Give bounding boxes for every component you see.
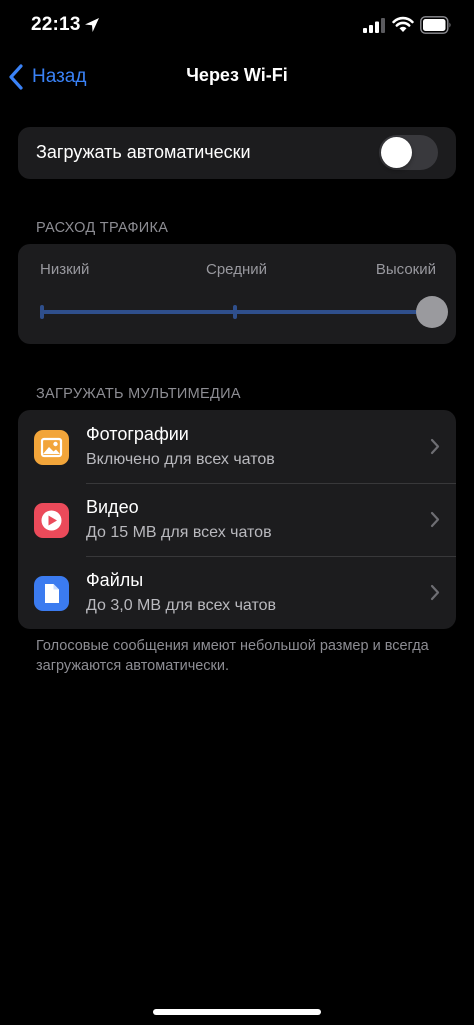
slider-track bbox=[42, 310, 432, 314]
media-card: Фотографии Включено для всех чатов Видео… bbox=[18, 410, 456, 629]
traffic-card: Низкий Средний Высокий bbox=[18, 244, 456, 344]
traffic-section-header: РАСХОД ТРАФИКА bbox=[36, 220, 169, 236]
home-indicator[interactable] bbox=[153, 1009, 321, 1015]
chevron-right-icon bbox=[430, 511, 440, 528]
media-section-header: ЗАГРУЖАТЬ МУЛЬТИМЕДИА bbox=[36, 386, 241, 402]
media-row-title: Файлы bbox=[86, 570, 144, 590]
auto-download-row: Загружать автоматически bbox=[18, 127, 456, 179]
media-row-title: Фотографии bbox=[86, 424, 189, 444]
file-icon bbox=[34, 576, 69, 611]
battery-icon bbox=[420, 16, 451, 34]
media-row-subtitle: До 15 MB для всех чатов bbox=[86, 524, 272, 541]
navigation-bar: Назад Через Wi-Fi bbox=[0, 52, 474, 100]
media-row-title: Видео bbox=[86, 497, 139, 517]
video-icon bbox=[34, 503, 69, 538]
traffic-level-low: Низкий bbox=[40, 261, 90, 278]
traffic-slider[interactable] bbox=[40, 296, 448, 328]
traffic-level-high: Высокий bbox=[375, 261, 436, 278]
voice-messages-note: Голосовые сообщения имеют небольшой разм… bbox=[36, 638, 429, 674]
toggle-knob bbox=[381, 137, 412, 168]
wifi-icon bbox=[392, 16, 414, 32]
media-row-files[interactable]: Файлы До 3,0 MB для всех чатов bbox=[18, 556, 456, 629]
media-row-photos[interactable]: Фотографии Включено для всех чатов bbox=[18, 410, 456, 483]
media-row-video[interactable]: Видео До 15 MB для всех чатов bbox=[18, 483, 456, 556]
chevron-right-icon bbox=[430, 584, 440, 601]
status-bar: 22:13 bbox=[0, 0, 474, 52]
page-title: Через Wi-Fi bbox=[186, 65, 288, 85]
traffic-level-medium: Средний bbox=[206, 261, 267, 278]
auto-download-label: Загружать автоматически bbox=[36, 142, 251, 162]
status-time: 22:13 bbox=[31, 14, 81, 35]
slider-tick-medium bbox=[233, 305, 237, 319]
media-row-subtitle: Включено для всех чатов bbox=[86, 451, 275, 468]
chevron-right-icon bbox=[430, 438, 440, 455]
photo-icon bbox=[34, 430, 69, 465]
auto-download-toggle[interactable] bbox=[379, 135, 438, 170]
slider-tick-low bbox=[40, 305, 44, 319]
location-arrow-icon bbox=[85, 18, 99, 32]
cellular-signal-icon bbox=[363, 18, 385, 33]
slider-thumb[interactable] bbox=[416, 296, 448, 328]
media-row-subtitle: До 3,0 MB для всех чатов bbox=[86, 597, 277, 614]
